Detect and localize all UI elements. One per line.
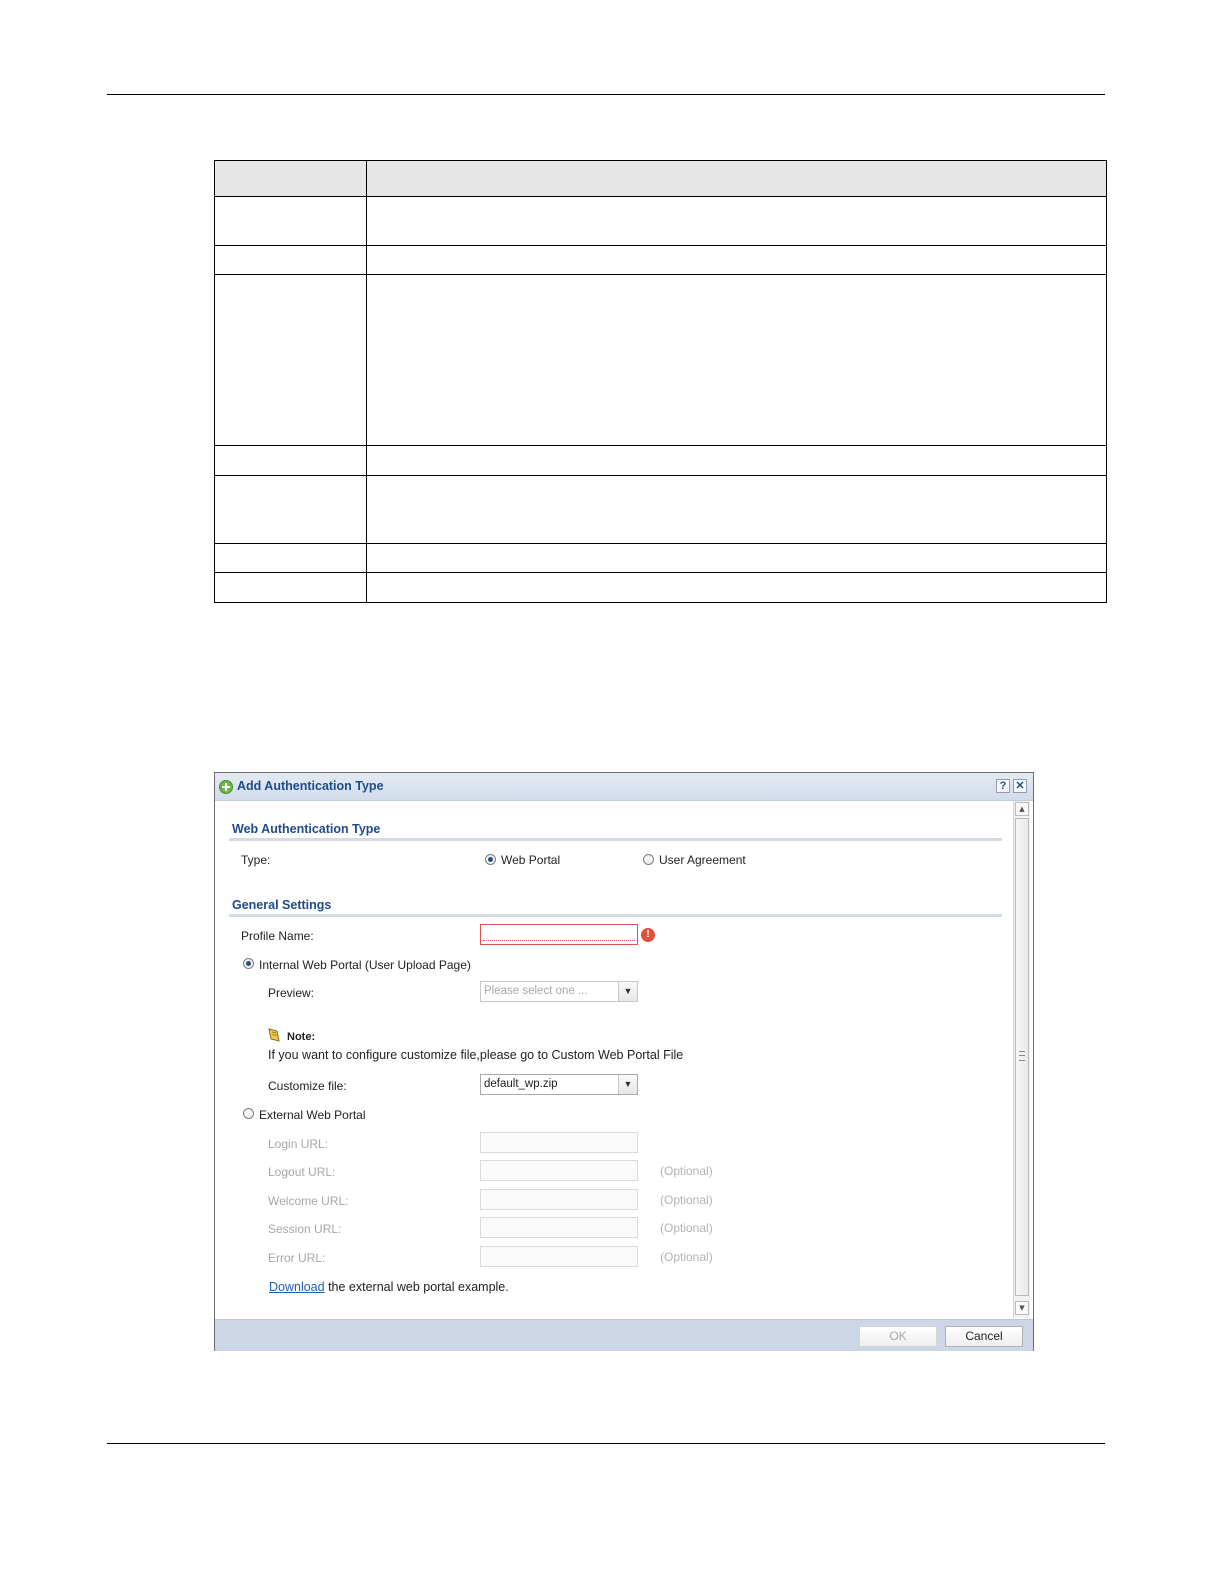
dialog-title: Add Authentication Type (237, 779, 384, 793)
dialog-content: Web Authentication Type Type: Web Portal… (215, 801, 1012, 1318)
table-header-row (214, 160, 1107, 197)
download-text: the external web portal example. (324, 1280, 509, 1294)
optional-hint: (Optional) (660, 1250, 713, 1264)
table-row (214, 572, 1107, 603)
optional-hint: (Optional) (660, 1164, 713, 1178)
header-rule (107, 94, 1105, 95)
table-cell (214, 274, 367, 446)
login-url-input[interactable] (480, 1132, 638, 1153)
section-title-general: General Settings (232, 898, 332, 912)
table-row (214, 245, 1107, 275)
error-icon: ! (641, 928, 655, 942)
scroll-up-icon[interactable]: ▲ (1015, 802, 1029, 816)
internal-web-portal-radio[interactable] (243, 958, 254, 969)
table-cell (214, 160, 367, 197)
scroll-thumb[interactable] (1015, 818, 1029, 1296)
table-cell (366, 543, 1107, 573)
document-table (214, 160, 1107, 603)
user-agreement-label[interactable]: User Agreement (659, 853, 746, 867)
table-cell (214, 572, 367, 603)
profile-name-label: Profile Name: (241, 929, 314, 943)
optional-hint: (Optional) (660, 1221, 713, 1235)
session-url-label: Session URL: (268, 1222, 342, 1236)
user-agreement-radio[interactable] (643, 854, 654, 865)
cancel-button[interactable]: Cancel (945, 1326, 1023, 1347)
internal-web-portal-label[interactable]: Internal Web Portal (User Upload Page) (259, 958, 471, 972)
help-button[interactable]: ? (996, 779, 1010, 793)
table-cell (214, 196, 367, 246)
session-url-input[interactable] (480, 1217, 638, 1238)
section-divider (229, 838, 1002, 841)
table-cell (366, 445, 1107, 476)
section-title-web-auth: Web Authentication Type (232, 822, 381, 836)
ok-button[interactable]: OK (859, 1326, 937, 1347)
table-row (214, 196, 1107, 246)
external-web-portal-label[interactable]: External Web Portal (259, 1108, 366, 1122)
dialog-titlebar: Add Authentication Type ? ✕ (215, 773, 1033, 801)
welcome-url-label: Welcome URL: (268, 1194, 349, 1208)
table-cell (366, 160, 1107, 197)
web-portal-label[interactable]: Web Portal (501, 853, 560, 867)
scroll-down-icon[interactable]: ▼ (1015, 1301, 1029, 1315)
customize-file-value: default_wp.zip (484, 1078, 558, 1090)
grip-icon (1019, 1051, 1025, 1061)
table-cell (214, 245, 367, 275)
customize-file-label: Customize file: (268, 1079, 347, 1093)
table-row (214, 475, 1107, 544)
logout-url-input[interactable] (480, 1160, 638, 1181)
note-text: If you want to configure customize file,… (268, 1048, 684, 1062)
web-portal-radio[interactable] (485, 854, 496, 865)
login-url-label: Login URL: (268, 1137, 329, 1151)
add-authentication-type-dialog: Add Authentication Type ? ✕ Web Authenti… (214, 772, 1034, 1351)
download-link[interactable]: Download (269, 1280, 325, 1294)
external-web-portal-radio[interactable] (243, 1108, 254, 1119)
table-cell (366, 274, 1107, 446)
type-label: Type: (241, 853, 271, 867)
table-cell (366, 475, 1107, 544)
note-icon (268, 1028, 280, 1042)
optional-hint: (Optional) (660, 1193, 713, 1207)
preview-label: Preview: (268, 986, 315, 1000)
error-url-input[interactable] (480, 1246, 638, 1267)
table-cell (214, 475, 367, 544)
note-title: Note: (287, 1031, 316, 1043)
dialog-footer: OK Cancel (215, 1319, 1033, 1351)
table-cell (366, 572, 1107, 603)
preview-select-value: Please select one ... (484, 985, 588, 997)
customize-file-select[interactable]: default_wp.zip ▼ (480, 1074, 638, 1095)
close-button[interactable]: ✕ (1013, 779, 1027, 793)
section-divider (229, 914, 1002, 917)
preview-select[interactable]: Please select one ... ▼ (480, 981, 638, 1002)
table-cell (214, 445, 367, 476)
footer-rule (107, 1443, 1105, 1444)
profile-name-input[interactable] (480, 924, 638, 945)
table-row (214, 445, 1107, 476)
welcome-url-input[interactable] (480, 1189, 638, 1210)
vertical-scrollbar[interactable]: ▲ ▼ (1013, 801, 1030, 1318)
logout-url-label: Logout URL: (268, 1165, 336, 1179)
error-url-label: Error URL: (268, 1251, 326, 1265)
download-line: Download the external web portal example… (269, 1280, 509, 1294)
table-cell (366, 245, 1107, 275)
chevron-down-icon: ▼ (618, 1075, 637, 1094)
table-row (214, 274, 1107, 446)
table-row (214, 543, 1107, 573)
table-cell (366, 196, 1107, 246)
add-icon (219, 780, 233, 794)
chevron-down-icon: ▼ (618, 982, 637, 1001)
table-cell (214, 543, 367, 573)
